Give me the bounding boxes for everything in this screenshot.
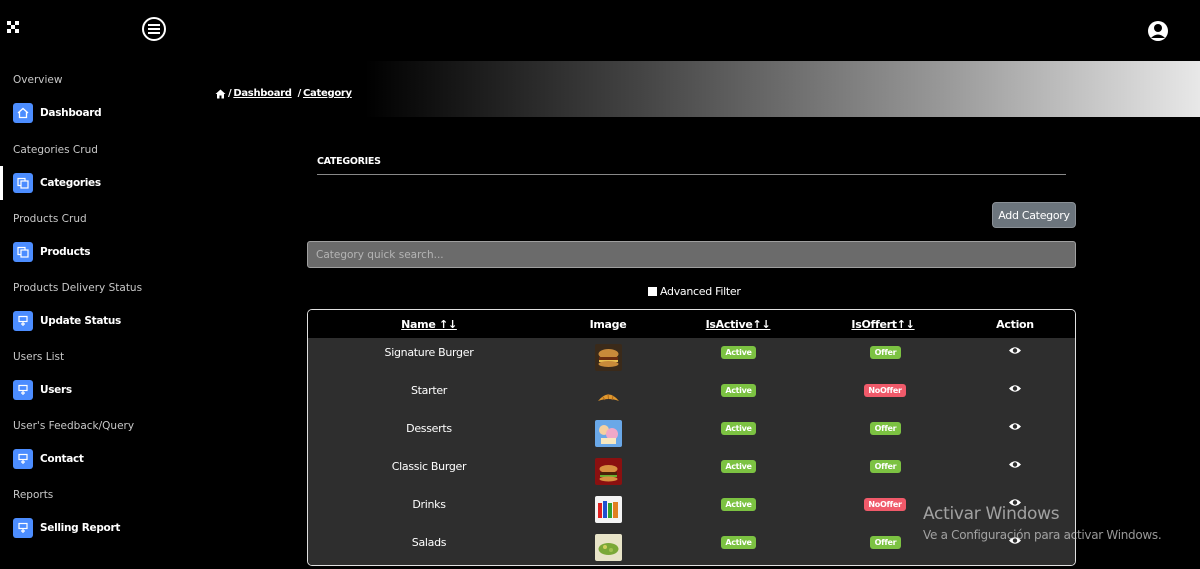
- table-row: Desserts Active Offer: [308, 414, 1075, 452]
- sidebar-section-categories: Categories Crud: [13, 144, 98, 156]
- column-header-action: Action: [996, 318, 1034, 331]
- category-name: Signature Burger: [384, 346, 474, 359]
- status-badge: Active: [721, 536, 756, 549]
- sidebar-item-label: Selling Report: [40, 522, 121, 534]
- add-category-button[interactable]: Add Category: [992, 202, 1076, 228]
- croissant-image: [595, 382, 622, 409]
- sidebar-item-users[interactable]: Users: [0, 373, 181, 407]
- clipboard-icon: [13, 380, 33, 400]
- advanced-filter-checkbox[interactable]: [648, 287, 657, 296]
- table-header: Name ↑↓ Image IsActive↑↓ IsOffert↑↓ Acti…: [308, 310, 1075, 338]
- offer-badge: NoOffer: [864, 498, 906, 511]
- breadcrumb-separator: /: [297, 88, 302, 99]
- sidebar-item-categories[interactable]: Categories: [0, 166, 181, 200]
- burger-image: [595, 458, 622, 485]
- home-icon[interactable]: [215, 89, 226, 99]
- category-name: Starter: [410, 384, 448, 397]
- sidebar-item-label: Update Status: [40, 315, 121, 327]
- sidebar-section-products: Products Crud: [13, 213, 87, 225]
- sidebar-item-label: Categories: [40, 177, 101, 189]
- offer-badge: Offer: [870, 346, 901, 359]
- column-header-isoffert[interactable]: IsOffert↑↓: [838, 318, 928, 331]
- eye-icon[interactable]: [1008, 422, 1022, 431]
- home-icon: [13, 103, 33, 123]
- status-badge: Active: [721, 498, 756, 511]
- sidebar-section-reports: Reports: [13, 489, 54, 501]
- main-content: CATEGORIES Add Category Advanced Filter …: [181, 117, 1200, 569]
- clipboard-icon: [13, 518, 33, 538]
- offer-badge: Offer: [870, 422, 901, 435]
- status-badge: Active: [721, 422, 756, 435]
- sidebar: Overview Dashboard Categories Crud Categ…: [0, 61, 181, 569]
- breadcrumb-bar: / Dashboard / Category: [181, 61, 1200, 117]
- advanced-filter-toggle[interactable]: Advanced Filter: [648, 285, 741, 298]
- advanced-filter-label: Advanced Filter: [660, 285, 741, 298]
- clipboard-icon: [13, 311, 33, 331]
- offer-badge: Offer: [870, 460, 901, 473]
- hamburger-icon: [148, 24, 160, 34]
- grid-icon[interactable]: [6, 20, 20, 34]
- copy-icon: [13, 173, 33, 193]
- windows-activation-title: Activar Windows: [923, 504, 1060, 524]
- sidebar-item-label: Users: [40, 384, 72, 396]
- breadcrumb-separator: /: [228, 88, 232, 99]
- sidebar-section-users: Users List: [13, 351, 65, 363]
- clipboard-icon: [13, 449, 33, 469]
- table-row: Starter Active NoOffer: [308, 376, 1075, 414]
- eye-icon[interactable]: [1008, 460, 1022, 469]
- dessert-image: [595, 420, 622, 447]
- status-badge: Active: [721, 346, 756, 359]
- sidebar-item-label: Dashboard: [40, 107, 102, 119]
- category-name: Classic Burger: [391, 460, 467, 473]
- sidebar-section-delivery: Products Delivery Status: [13, 282, 143, 294]
- drinks-image: [595, 496, 622, 523]
- column-header-image: Image: [589, 318, 627, 331]
- category-name: Salads: [411, 536, 447, 549]
- sidebar-section-overview: Overview: [13, 74, 63, 86]
- offer-badge: NoOffer: [864, 384, 906, 397]
- breadcrumb-category-link[interactable]: Category: [303, 88, 352, 99]
- sidebar-item-label: Products: [40, 246, 91, 258]
- user-avatar-icon[interactable]: [1147, 20, 1169, 42]
- page-title: CATEGORIES: [317, 156, 381, 167]
- sidebar-item-contact[interactable]: Contact: [0, 442, 181, 476]
- windows-activation-subtitle: Ve a Configuración para activar Windows.: [923, 528, 1162, 542]
- breadcrumb-dashboard-link[interactable]: Dashboard: [233, 88, 292, 99]
- category-name: Desserts: [406, 422, 452, 435]
- sidebar-item-selling-report[interactable]: Selling Report: [0, 511, 181, 545]
- eye-icon[interactable]: [1008, 384, 1022, 393]
- column-header-isactive[interactable]: IsActive↑↓: [693, 318, 783, 331]
- category-search-input[interactable]: [307, 241, 1076, 268]
- sidebar-section-feedback: User's Feedback/Query: [13, 420, 135, 432]
- sidebar-item-products[interactable]: Products: [0, 235, 181, 269]
- top-header: [0, 0, 1200, 61]
- offer-badge: Offer: [870, 536, 901, 549]
- eye-icon[interactable]: [1008, 346, 1022, 355]
- sidebar-item-dashboard[interactable]: Dashboard: [0, 96, 181, 130]
- title-divider: [317, 174, 1066, 175]
- status-badge: Active: [721, 384, 756, 397]
- sidebar-item-update-status[interactable]: Update Status: [0, 304, 181, 338]
- column-header-name[interactable]: Name ↑↓: [368, 318, 490, 331]
- sidebar-item-label: Contact: [40, 453, 84, 465]
- status-badge: Active: [721, 460, 756, 473]
- menu-toggle-button[interactable]: [142, 17, 166, 41]
- salad-image: [595, 534, 622, 561]
- breadcrumb: / Dashboard / Category: [215, 88, 358, 99]
- table-row: Signature Burger Active Offer: [308, 338, 1075, 376]
- table-row: Classic Burger Active Offer: [308, 452, 1075, 490]
- copy-icon: [13, 242, 33, 262]
- burger-image: [595, 344, 622, 371]
- category-name: Drinks: [412, 498, 446, 511]
